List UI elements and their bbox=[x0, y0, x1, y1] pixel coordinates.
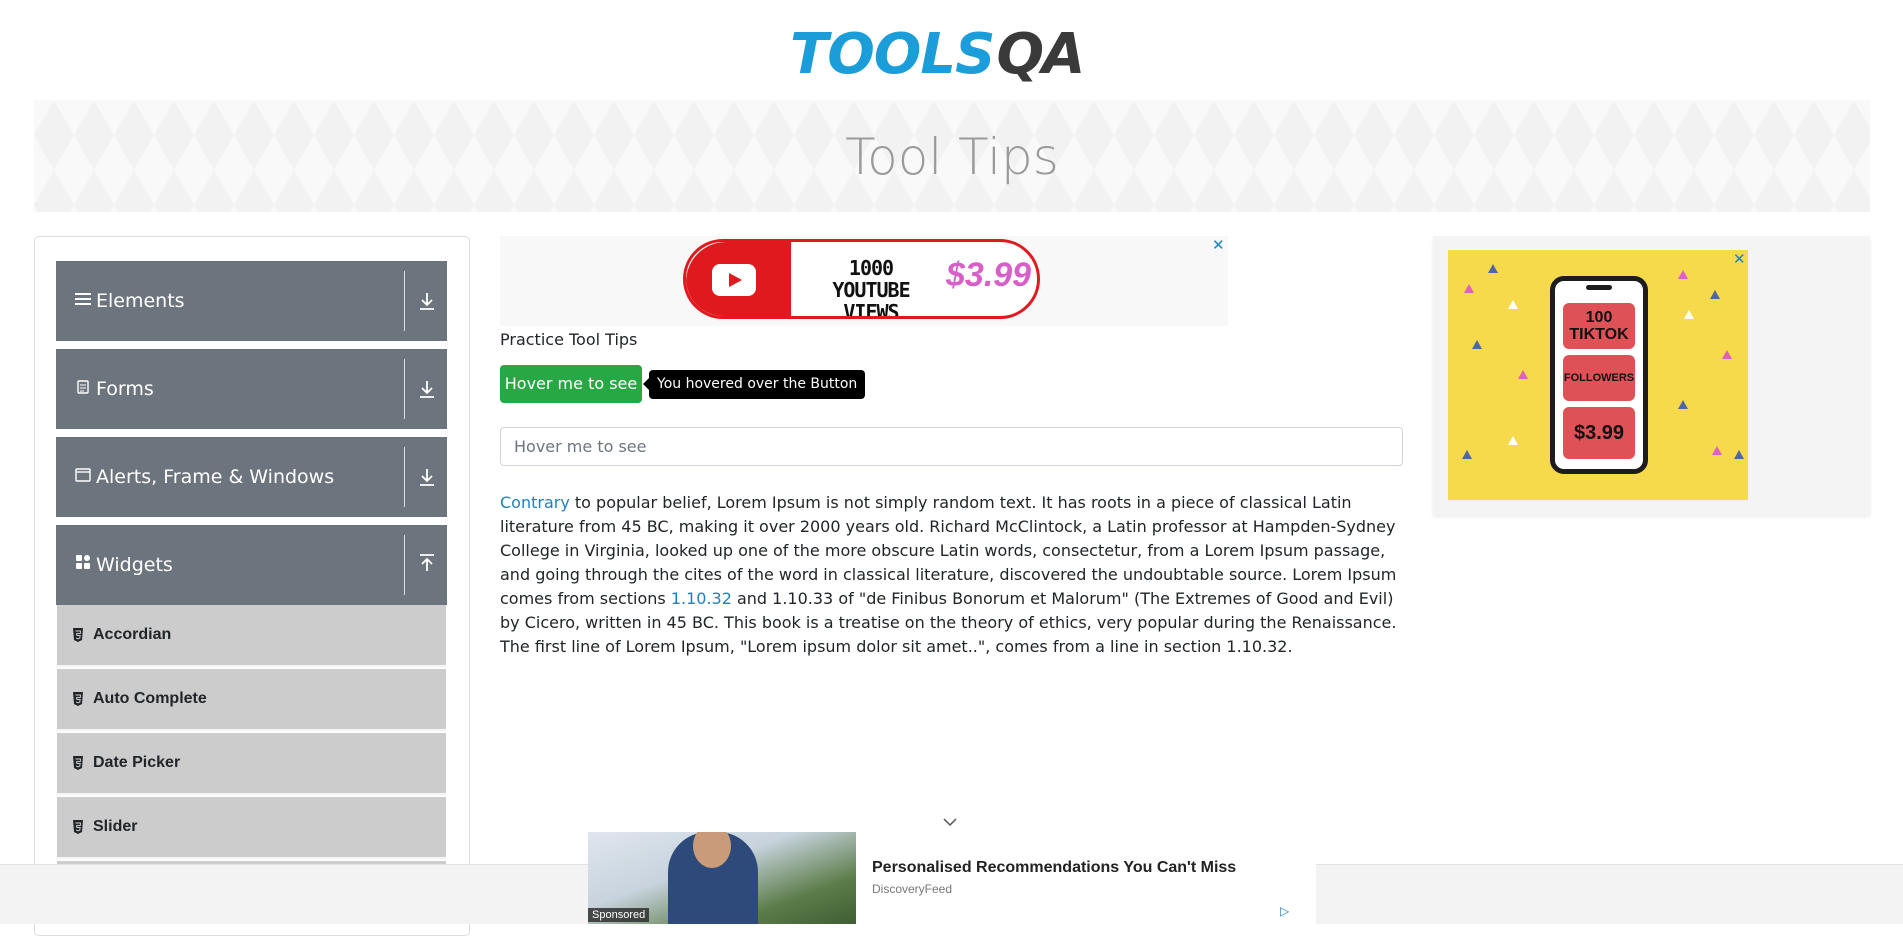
sidebar-item-label: Accordian bbox=[93, 626, 172, 643]
html5-icon bbox=[73, 820, 83, 834]
confetti-triangle bbox=[1462, 450, 1472, 459]
upload-icon bbox=[420, 554, 434, 571]
bottom-ad[interactable]: Sponsored Personalised Recommendations Y… bbox=[588, 832, 1316, 924]
sidebar-group-alerts[interactable]: Alerts, Frame & Windows bbox=[56, 437, 447, 517]
confetti-triangle bbox=[1734, 450, 1744, 459]
ad-image: Sponsored bbox=[588, 832, 856, 924]
close-icon[interactable]: ✕ bbox=[1733, 250, 1746, 268]
window-icon bbox=[74, 467, 92, 487]
youtube-play-icon bbox=[712, 264, 756, 296]
sidebar-item-date-picker[interactable]: Date Picker bbox=[57, 733, 446, 795]
header: TOOLS QA bbox=[0, 0, 1903, 95]
confetti-triangle bbox=[1678, 270, 1688, 279]
sidebar-item-auto-complete[interactable]: Auto Complete bbox=[57, 669, 446, 731]
sidebar-item-label: Slider bbox=[93, 818, 138, 835]
page-banner: Tool Tips bbox=[34, 100, 1870, 212]
top-ad[interactable]: 1000 YOUTUBE VIEWS $3.99 ✕ bbox=[500, 236, 1228, 326]
sidebar: Elements Forms Alerts, Frame & Windows W… bbox=[34, 236, 470, 936]
contrary-link[interactable]: Contrary bbox=[500, 493, 570, 512]
practice-label: Practice Tool Tips bbox=[500, 330, 638, 349]
confetti-triangle bbox=[1464, 284, 1474, 293]
sidebar-group-forms[interactable]: Forms bbox=[56, 349, 447, 429]
ad-box-followers: FOLLOWERS bbox=[1563, 355, 1635, 401]
phone-notch bbox=[1586, 285, 1612, 290]
confetti-triangle bbox=[1518, 370, 1528, 379]
confetti-triangle bbox=[1684, 310, 1694, 319]
sidebar-group-label: Elements bbox=[96, 290, 185, 312]
divider bbox=[404, 447, 405, 507]
confetti-triangle bbox=[1710, 290, 1720, 299]
ad-price: $3.99 bbox=[946, 256, 1032, 294]
divider bbox=[404, 359, 405, 419]
sidebar-item-accordian[interactable]: Accordian bbox=[57, 605, 446, 667]
phone-graphic: 100 TIKTOK FOLLOWERS $3.99 bbox=[1550, 276, 1648, 474]
ad-text-line2: YOUTUBE VIEWS bbox=[832, 278, 910, 319]
sidebar-group-label: Widgets bbox=[96, 554, 173, 576]
sidebar-item-slider[interactable]: Slider bbox=[57, 797, 446, 859]
html5-icon bbox=[73, 756, 83, 770]
sidebar-group-elements[interactable]: Elements bbox=[56, 261, 447, 341]
hover-text-field[interactable]: Hover me to see bbox=[500, 427, 1403, 466]
sidebar-item-label: Date Picker bbox=[93, 754, 181, 771]
logo-tools-text: TOOLS bbox=[790, 21, 995, 87]
lorem-paragraph: Contrary to popular belief, Lorem Ipsum … bbox=[500, 491, 1404, 659]
tooltip: You hovered over the Button bbox=[642, 370, 866, 399]
widgets-icon bbox=[74, 555, 92, 575]
sidebar-group-widgets[interactable]: Widgets bbox=[56, 525, 447, 605]
download-icon bbox=[420, 381, 434, 398]
download-icon bbox=[420, 469, 434, 486]
confetti-triangle bbox=[1488, 264, 1498, 273]
toolsqa-logo[interactable]: TOOLS QA bbox=[790, 14, 1114, 94]
document-icon bbox=[74, 379, 92, 399]
ad-box-tiktok: 100 TIKTOK bbox=[1563, 303, 1635, 349]
confetti-triangle bbox=[1508, 436, 1518, 445]
confetti-triangle bbox=[1472, 340, 1482, 349]
sidebar-group-label: Alerts, Frame & Windows bbox=[96, 466, 335, 488]
ad-text: 1000 YOUTUBE VIEWS bbox=[816, 256, 926, 319]
sidebar-item-label: Auto Complete bbox=[93, 690, 207, 707]
hamburger-icon bbox=[74, 292, 92, 311]
logo-qa-text: QA bbox=[996, 21, 1085, 87]
page-title: Tool Tips bbox=[845, 128, 1059, 186]
ad-box-price: $3.99 bbox=[1563, 407, 1635, 459]
tiktok-ad: 100 TIKTOK FOLLOWERS $3.99 bbox=[1448, 250, 1748, 500]
ad-source: DiscoveryFeed bbox=[872, 882, 953, 896]
html5-icon bbox=[73, 692, 83, 706]
hover-button[interactable]: Hover me to see bbox=[500, 365, 642, 403]
adchoices-icon[interactable]: ▷ bbox=[1280, 904, 1289, 918]
close-icon[interactable]: ✕ bbox=[1212, 236, 1225, 254]
ad-text-line1: 1000 bbox=[848, 256, 894, 280]
sidebar-group-label: Forms bbox=[96, 378, 154, 400]
ad-title[interactable]: Personalised Recommendations You Can't M… bbox=[872, 859, 1236, 877]
divider bbox=[404, 535, 405, 595]
youtube-red-section bbox=[686, 242, 791, 316]
confetti-triangle bbox=[1722, 350, 1732, 359]
sponsored-label: Sponsored bbox=[588, 908, 650, 922]
confetti-triangle bbox=[1712, 446, 1722, 455]
confetti-triangle bbox=[1508, 300, 1518, 309]
divider bbox=[404, 271, 405, 331]
html5-icon bbox=[73, 628, 83, 642]
right-ad[interactable]: 100 TIKTOK FOLLOWERS $3.99 ✕ bbox=[1433, 236, 1870, 515]
download-icon bbox=[420, 293, 434, 310]
section-link[interactable]: 1.10.32 bbox=[671, 589, 732, 608]
confetti-triangle bbox=[1678, 400, 1688, 409]
youtube-ad-pill: 1000 YOUTUBE VIEWS $3.99 bbox=[683, 239, 1040, 319]
chevron-down-icon[interactable] bbox=[942, 816, 958, 828]
